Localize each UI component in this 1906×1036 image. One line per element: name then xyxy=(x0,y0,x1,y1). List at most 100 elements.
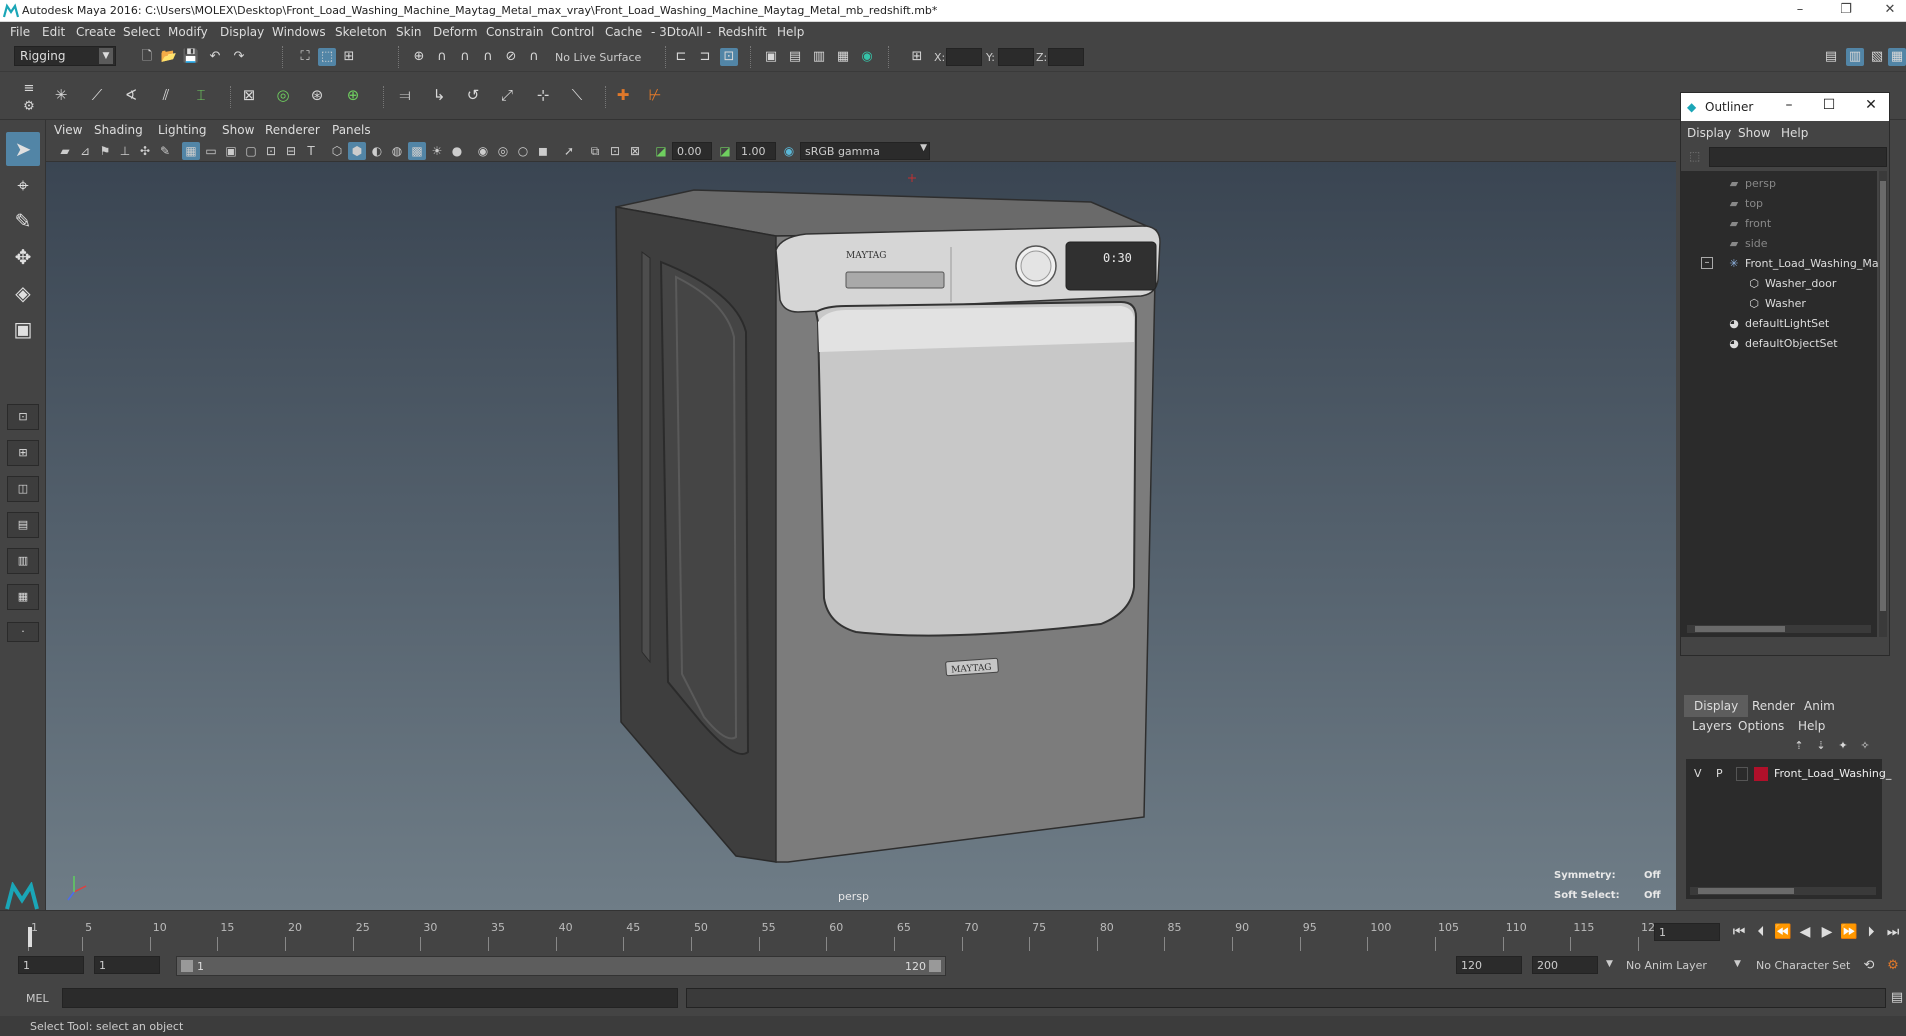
menu-windows[interactable]: Windows xyxy=(272,25,326,39)
chevron-down-icon[interactable]: ▼ xyxy=(1734,959,1741,969)
viewport-menu-shading[interactable]: Shading xyxy=(94,123,143,137)
orient-constraint-icon[interactable]: ↺ xyxy=(462,84,484,106)
xray-components-icon[interactable]: ⊠ xyxy=(626,142,644,160)
outliner-item-washer-door[interactable]: ⬡ Washer_door xyxy=(1747,277,1836,295)
step-forward-key-icon[interactable]: ⏩ xyxy=(1838,921,1860,943)
use-all-lights-icon[interactable]: ☀ xyxy=(428,142,446,160)
play-backwards-icon[interactable]: ◀ xyxy=(1794,921,1816,943)
auto-key-icon[interactable]: ⟲ xyxy=(1860,957,1878,975)
range-end-handle[interactable] xyxy=(929,960,941,972)
construction-history-icon[interactable]: ⊡ xyxy=(720,48,738,66)
scale-constraint-icon[interactable]: ⤢ xyxy=(496,84,518,106)
menu-modify[interactable]: Modify xyxy=(168,25,208,39)
select-hierarchy-icon[interactable]: ⛶ xyxy=(296,48,314,66)
layer-visibility-toggle[interactable]: V xyxy=(1694,767,1702,780)
viewport-menu-panels[interactable]: Panels xyxy=(332,123,371,137)
z-field[interactable] xyxy=(1048,48,1084,66)
outliner-horizontal-scrollbar[interactable] xyxy=(1687,625,1871,633)
bind-skin-icon[interactable]: ⫽ xyxy=(155,84,177,106)
tab-display[interactable]: Display xyxy=(1684,695,1749,717)
single-pane-layout-icon[interactable]: ⊡ xyxy=(7,404,39,430)
snap-point-icon[interactable]: ∩ xyxy=(456,48,474,66)
grid-toggle-icon[interactable]: ▦ xyxy=(182,142,200,160)
wireframe-on-shaded-icon[interactable]: ◍ xyxy=(388,142,406,160)
script-editor-icon[interactable]: ▤ xyxy=(1888,989,1906,1007)
anti-aliasing-icon[interactable]: ○ xyxy=(514,142,532,160)
go-to-start-icon[interactable]: ⏮ xyxy=(1728,921,1750,943)
command-input[interactable] xyxy=(62,988,678,1008)
snap-view-icon[interactable]: ∩ xyxy=(479,48,497,66)
camera-lock-icon[interactable]: ⊿ xyxy=(76,142,94,160)
view-transform-dropdown[interactable]: sRGB gamma ▼ xyxy=(800,142,930,160)
move-layer-up-icon[interactable]: ⇡ xyxy=(1790,737,1808,755)
film-gate-icon[interactable]: ▭ xyxy=(202,142,220,160)
transform-mode-icon[interactable]: ⊞ xyxy=(908,48,926,66)
new-layer-selected-icon[interactable]: ✧ xyxy=(1856,737,1874,755)
pole-vector-icon[interactable]: ⟍ xyxy=(566,84,588,106)
shelf-menu-icon[interactable]: ≡ xyxy=(20,80,38,98)
input-ops-icon[interactable]: ⊏ xyxy=(672,48,690,66)
render-view-icon[interactable]: ▣ xyxy=(762,48,780,66)
current-time-indicator[interactable] xyxy=(28,927,32,947)
more-layouts-icon[interactable]: · xyxy=(7,622,39,642)
layer-menu-options[interactable]: Options xyxy=(1738,719,1784,733)
grease-pencil-icon[interactable]: ✎ xyxy=(156,142,174,160)
outliner-item-top[interactable]: ▰ top xyxy=(1727,197,1763,215)
menu-edit[interactable]: Edit xyxy=(42,25,65,39)
collapse-toggle-icon[interactable]: – xyxy=(1701,257,1713,269)
viewport-menu-renderer[interactable]: Renderer xyxy=(265,123,320,137)
animation-prefs-icon[interactable]: ⚙ xyxy=(1884,957,1902,975)
outliner-maximize-button[interactable]: ☐ xyxy=(1817,97,1841,117)
channel-box-icon[interactable]: ▦ xyxy=(1888,48,1906,66)
outliner-item-front[interactable]: ▰ front xyxy=(1727,217,1771,235)
render-settings-icon[interactable]: ▦ xyxy=(834,48,852,66)
step-back-icon[interactable]: ⏴ xyxy=(1750,921,1772,943)
cluster-icon[interactable]: ◎ xyxy=(272,84,294,106)
menu-3dtoall[interactable]: - 3DtoAll - xyxy=(651,25,711,39)
menu-redshift[interactable]: Redshift xyxy=(718,25,767,39)
y-field[interactable] xyxy=(998,48,1034,66)
menu-help[interactable]: Help xyxy=(777,25,804,39)
snap-live-icon[interactable]: ∩ xyxy=(525,48,543,66)
outliner-menu-show[interactable]: Show xyxy=(1738,126,1770,140)
layer-color-swatch[interactable] xyxy=(1754,767,1768,781)
filter-icon[interactable]: ⬚ xyxy=(1689,149,1700,163)
menu-select[interactable]: Select xyxy=(123,25,160,39)
play-forwards-icon[interactable]: ▶ xyxy=(1816,921,1838,943)
snap-grid-icon[interactable]: ⊕ xyxy=(410,48,428,66)
scale-tool-icon[interactable]: ▣ xyxy=(6,312,40,346)
scrollbar-thumb[interactable] xyxy=(1880,181,1886,611)
layer-display-type[interactable] xyxy=(1736,767,1748,781)
output-ops-icon[interactable]: ⊐ xyxy=(696,48,714,66)
range-start-handle[interactable] xyxy=(181,960,193,972)
open-scene-icon[interactable]: 📂 xyxy=(160,48,178,66)
modeling-toolkit-icon[interactable]: ▤ xyxy=(1822,48,1840,66)
character-set-dropdown[interactable]: No Character Set xyxy=(1756,959,1850,972)
image-plane-icon[interactable]: ⊥ xyxy=(116,142,134,160)
select-object-icon[interactable]: ⬚ xyxy=(318,48,336,66)
camera-attributes-icon[interactable]: ▰ xyxy=(56,142,74,160)
move-layer-down-icon[interactable]: ⇣ xyxy=(1812,737,1830,755)
playback-end-field[interactable]: 120 xyxy=(1456,956,1522,974)
ik-handle-icon[interactable]: ⟋ xyxy=(86,84,108,106)
layer-name[interactable]: Front_Load_Washing_ xyxy=(1774,767,1891,780)
ipr-render-icon[interactable]: ▥ xyxy=(810,48,828,66)
scrollbar-thumb[interactable] xyxy=(1698,888,1794,894)
live-surface-label[interactable]: No Live Surface xyxy=(555,51,641,64)
wireframe-icon[interactable]: ⬡ xyxy=(328,142,346,160)
viewport-menu-view[interactable]: View xyxy=(54,123,82,137)
xray-icon[interactable]: ⧉ xyxy=(586,142,604,160)
color-management-icon[interactable]: ◉ xyxy=(780,142,798,160)
outliner-layout-icon[interactable]: ▤ xyxy=(7,512,39,538)
shelf-settings-icon[interactable]: ⚙ xyxy=(20,98,38,116)
locator-icon[interactable]: ✚ xyxy=(612,84,634,106)
menu-cache[interactable]: Cache xyxy=(605,25,642,39)
command-language-label[interactable]: MEL xyxy=(26,992,49,1005)
gate-mask-icon[interactable]: ▢ xyxy=(242,142,260,160)
menu-deform[interactable]: Deform xyxy=(433,25,478,39)
textured-icon[interactable]: ▩ xyxy=(408,142,426,160)
viewport-menu-lighting[interactable]: Lighting xyxy=(158,123,207,137)
playback-start-field[interactable]: 1 xyxy=(94,956,160,974)
lasso-tool-icon[interactable]: ⌖ xyxy=(6,168,40,202)
safe-title-icon[interactable]: T xyxy=(302,142,320,160)
